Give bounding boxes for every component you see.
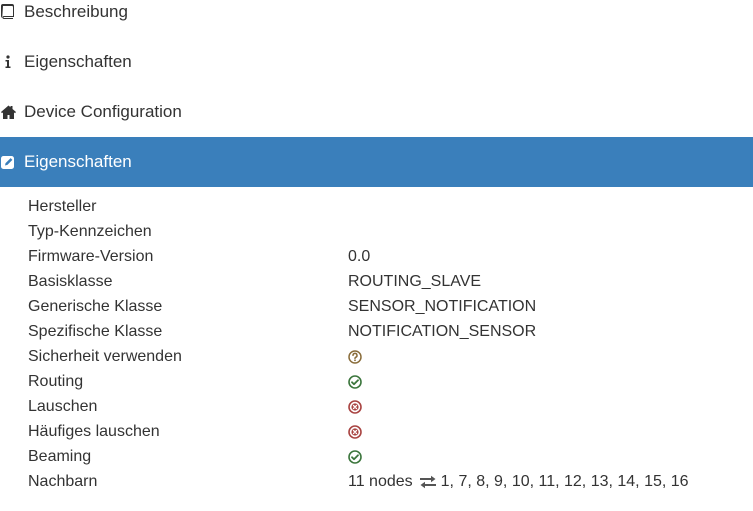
exchange-arrows-icon <box>419 475 437 489</box>
properties-page: Beschreibung Eigenschaften Device Config… <box>0 0 753 511</box>
times-circle-icon <box>348 424 362 439</box>
check-circle-icon <box>348 449 362 464</box>
prop-label: Beaming <box>28 447 92 465</box>
check-circle-icon <box>348 374 362 389</box>
prop-label: Typ-Kennzeichen <box>28 222 152 240</box>
prop-row-spezifische-klasse: Spezifische Klasse NOTIFICATION_SENSOR <box>28 319 748 344</box>
info-icon <box>0 54 24 70</box>
prop-value: 0.0 <box>348 247 371 265</box>
book-icon <box>0 4 24 20</box>
prop-label: Spezifische Klasse <box>28 322 163 340</box>
prop-label: Sicherheit verwenden <box>28 347 182 365</box>
prop-label: Generische Klasse <box>28 297 163 315</box>
nav-item-eigenschaften-active[interactable]: Eigenschaften <box>0 137 753 187</box>
prop-value <box>348 449 362 464</box>
prop-value: 11 nodes 1, 7, 8, 9, 10, 11, 12, 13, 14,… <box>348 473 689 491</box>
prop-value: ROUTING_SLAVE <box>348 272 482 290</box>
home-icon <box>0 104 24 120</box>
edit-icon <box>0 154 24 170</box>
prop-row-firmware: Firmware-Version 0.0 <box>28 244 748 269</box>
neighbor-count: 11 nodes <box>348 472 413 490</box>
prop-row-sicherheit: Sicherheit verwenden <box>28 344 748 369</box>
prop-value <box>348 424 362 439</box>
prop-label: Häufiges lauschen <box>28 422 160 440</box>
nav-label: Eigenschaften <box>24 52 132 71</box>
prop-label: Lauschen <box>28 397 98 415</box>
properties-table: Hersteller Typ-Kennzeichen Firmware-Vers… <box>28 194 748 494</box>
prop-label: Nachbarn <box>28 472 98 490</box>
nav-item-beschreibung[interactable]: Beschreibung <box>0 0 753 37</box>
nav-label: Beschreibung <box>24 2 128 21</box>
prop-row-typ-kennzeichen: Typ-Kennzeichen <box>28 219 748 244</box>
prop-row-generische-klasse: Generische Klasse SENSOR_NOTIFICATION <box>28 294 748 319</box>
nav-item-eigenschaften[interactable]: Eigenschaften <box>0 37 753 87</box>
prop-label: Firmware-Version <box>28 247 154 265</box>
prop-row-routing: Routing <box>28 369 748 394</box>
prop-label: Routing <box>28 372 84 390</box>
prop-value: SENSOR_NOTIFICATION <box>348 297 537 315</box>
prop-label: Hersteller <box>28 197 97 215</box>
prop-label: Basisklasse <box>28 272 113 290</box>
question-circle-icon <box>348 349 362 364</box>
prop-value: NOTIFICATION_SENSOR <box>348 322 537 340</box>
prop-value <box>348 349 362 364</box>
prop-value <box>348 399 362 414</box>
prop-row-hersteller: Hersteller <box>28 194 748 219</box>
times-circle-icon <box>348 399 362 414</box>
prop-value <box>348 374 362 389</box>
nav-label: Device Configuration <box>24 102 182 121</box>
nav-item-device-configuration[interactable]: Device Configuration <box>0 87 753 137</box>
nav-label: Eigenschaften <box>24 152 132 171</box>
prop-row-haeufiges-lauschen: Häufiges lauschen <box>28 419 748 444</box>
neighbor-list: 1, 7, 8, 9, 10, 11, 12, 13, 14, 15, 16 <box>440 472 689 490</box>
prop-row-lauschen: Lauschen <box>28 394 748 419</box>
prop-row-basisklasse: Basisklasse ROUTING_SLAVE <box>28 269 748 294</box>
prop-row-nachbarn: Nachbarn 11 nodes 1, 7, 8, 9, 10, 11, 12… <box>28 469 748 494</box>
prop-row-beaming: Beaming <box>28 444 748 469</box>
